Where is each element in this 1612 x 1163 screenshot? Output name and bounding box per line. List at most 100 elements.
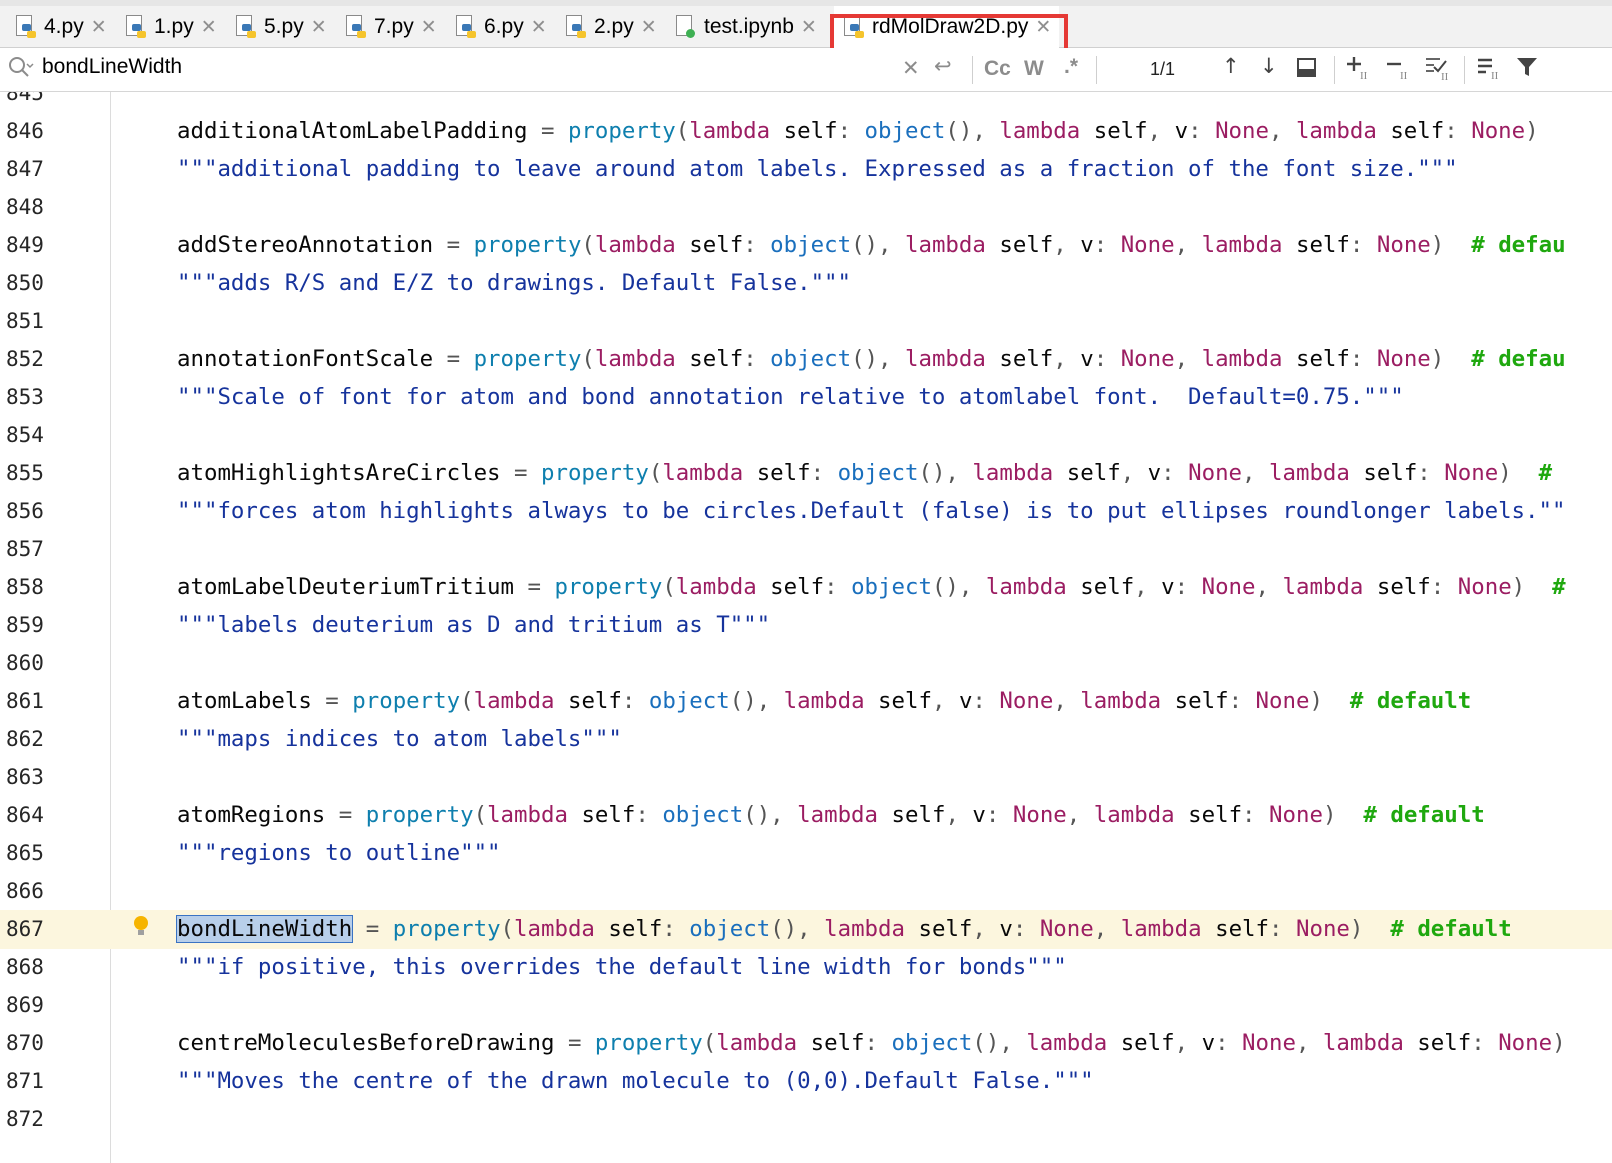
tab-test-ipynb[interactable]: test.ipynb ✕ [674,6,817,48]
close-icon[interactable]: ✕ [641,16,657,39]
select-all-matches-icon[interactable]: II [1424,55,1454,86]
tab-label: 5.py [264,15,304,38]
line-number: 848 [6,195,44,219]
code-text: atomLabels = property(lambda self: objec… [177,688,1472,714]
tab-2-py[interactable]: 2.py ✕ [564,6,657,48]
arrow-up-icon[interactable]: ↑ [1222,54,1240,78]
code-line[interactable]: 853 """Scale of font for atom and bond an… [0,378,1612,417]
code-line[interactable]: 865 """regions to outline""" [0,834,1612,873]
search-match: bondLineWidth [175,915,354,943]
close-icon[interactable]: ✕ [91,16,107,39]
jupyter-file-icon [674,15,698,39]
line-number: 852 [6,347,44,371]
code-line[interactable]: 855 atomHighlightsAreCircles = property(l… [0,454,1612,493]
search-icon[interactable] [8,56,34,85]
tab-label: 1.py [154,15,194,38]
code-text: """labels deuterium as D and tritium as … [177,612,771,638]
python-file-icon [234,15,258,39]
line-number: 853 [6,385,44,409]
code-line[interactable]: 872 [0,1100,1612,1139]
add-occurrence-icon[interactable]: II [1346,55,1374,86]
code-line[interactable]: 863 [0,758,1612,797]
svg-text:II: II [1491,70,1499,80]
python-file-icon [344,15,368,39]
code-text: """forces atom highlights always to be c… [177,498,1566,524]
code-text: centreMoleculesBeforeDrawing = property(… [177,1030,1566,1056]
clear-icon[interactable]: ✕ [902,56,920,80]
code-line[interactable]: 854 [0,416,1612,455]
line-number: 865 [6,841,44,865]
code-line[interactable]: 847 """additional padding to leave around… [0,150,1612,189]
select-all-occurrences-icon[interactable] [1296,57,1318,84]
line-number: 847 [6,157,44,181]
code-text: additionalAtomLabelPadding = property(la… [177,118,1539,144]
line-number: 859 [6,613,44,637]
code-line[interactable]: 871 """Moves the centre of the drawn mole… [0,1062,1612,1101]
code-line[interactable]: 859 """labels deuterium as D and tritium … [0,606,1612,645]
line-number: 858 [6,575,44,599]
code-editor[interactable]: 845 846 additionalAtomLabelPadding = prop… [0,92,1612,1163]
code-line[interactable]: 848 [0,188,1612,227]
tab-6-py[interactable]: 6.py ✕ [454,6,547,48]
close-icon[interactable]: ✕ [801,16,817,39]
python-file-icon [564,15,588,39]
code-line[interactable]: 864 atomRegions = property(lambda self: o… [0,796,1612,835]
code-text: """additional padding to leave around at… [177,156,1458,182]
close-icon[interactable]: ✕ [421,16,437,39]
code-line[interactable]: 852 annotationFontScale = property(lambda… [0,340,1612,379]
tab-5-py[interactable]: 5.py ✕ [234,6,327,48]
line-number: 856 [6,499,44,523]
arrow-down-icon[interactable]: ↓ [1260,54,1278,78]
code-line[interactable]: 869 [0,986,1612,1025]
line-number: 872 [6,1107,44,1131]
filter-search-results-icon[interactable]: II [1476,56,1502,85]
code-line[interactable]: 868 """if positive, this overrides the de… [0,948,1612,987]
lightbulb-icon[interactable] [134,916,148,935]
line-number: 855 [6,461,44,485]
code-line[interactable]: 861 atomLabels = property(lambda self: ob… [0,682,1612,721]
regex-toggle[interactable]: .* [1064,55,1078,79]
code-line[interactable]: 866 [0,872,1612,911]
code-line[interactable]: 870 centreMoleculesBeforeDrawing = proper… [0,1024,1612,1063]
filter-icon[interactable] [1516,56,1538,83]
tab-rdmoldraw2d-py[interactable]: rdMolDraw2D.py ✕ [834,6,1060,48]
match-case-toggle[interactable]: Cc [984,57,1011,81]
search-input[interactable]: bondLineWidth [42,55,182,79]
tab-1-py[interactable]: 1.py ✕ [124,6,217,48]
code-text: """regions to outline""" [177,840,501,866]
line-number: 863 [6,765,44,789]
code-line-current[interactable]: 867 bondLineWidth = property(lambda self:… [0,910,1612,949]
code-line[interactable]: 846 additionalAtomLabelPadding = property… [0,112,1612,151]
svg-text:II: II [1360,70,1368,81]
code-text: """Scale of font for atom and bond annot… [177,384,1404,410]
whole-words-toggle[interactable]: W [1024,57,1044,81]
python-file-icon [842,15,866,39]
code-line[interactable]: 858 atomLabelDeuteriumTritium = property(… [0,568,1612,607]
tab-label: 7.py [374,15,414,38]
code-line[interactable]: 857 [0,530,1612,569]
code-line[interactable]: 849 addStereoAnnotation = property(lambda… [0,226,1612,265]
find-bar: bondLineWidth ✕ ↩ Cc W .* 1/1 ↑ ↓ II II … [0,48,1612,92]
tab-7-py[interactable]: 7.py ✕ [344,6,437,48]
svg-text:II: II [1400,70,1408,81]
code-text: atomLabelDeuteriumTritium = property(lam… [177,574,1566,600]
close-icon[interactable]: ✕ [201,16,217,39]
line-number: 868 [6,955,44,979]
line-number: 864 [6,803,44,827]
tab-4-py[interactable]: 4.py ✕ [14,6,107,48]
newline-icon[interactable]: ↩ [934,54,952,78]
python-file-icon [124,15,148,39]
code-line[interactable]: 850 """adds R/S and E/Z to drawings. Defa… [0,264,1612,303]
close-icon[interactable]: ✕ [1035,16,1051,39]
code-line-partial: 845 [0,92,1612,113]
code-line[interactable]: 856 """forces atom highlights always to b… [0,492,1612,531]
code-text: """Moves the centre of the drawn molecul… [177,1068,1094,1094]
close-icon[interactable]: ✕ [531,16,547,39]
close-icon[interactable]: ✕ [311,16,327,39]
python-file-icon [14,15,38,39]
code-line[interactable]: 862 """maps indices to atom labels""" [0,720,1612,759]
code-line[interactable]: 860 [0,644,1612,683]
code-line[interactable]: 851 [0,302,1612,341]
remove-occurrence-icon[interactable]: II [1386,55,1414,86]
tab-label: test.ipynb [704,15,794,38]
